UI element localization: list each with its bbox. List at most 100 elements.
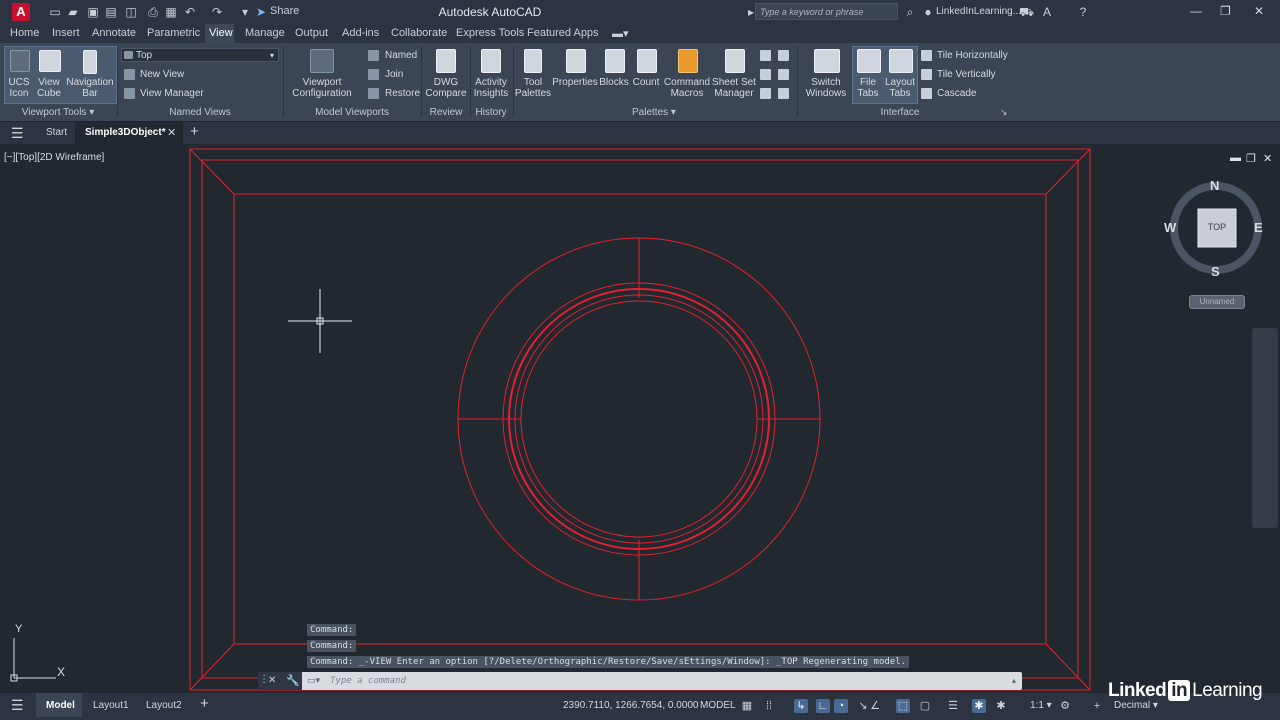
workspace-gear-icon[interactable]: ⚙ <box>1058 699 1072 713</box>
tab-add-ins[interactable]: Add-ins <box>342 27 379 39</box>
ucs-menu-button[interactable]: Unnamed <box>1189 295 1245 309</box>
restore-icon <box>368 88 379 99</box>
auto-scale-icon[interactable]: ✱ <box>994 699 1008 713</box>
help-search-input[interactable]: Type a keyword or phrase <box>755 3 898 20</box>
tile-horizontally-button[interactable]: Tile Horizontally <box>937 50 1008 61</box>
search-icon[interactable]: ⌕ <box>903 5 917 19</box>
count-button[interactable]: Count <box>630 48 662 100</box>
user-account-menu[interactable]: LinkedInLearning... <box>936 6 1021 17</box>
layout2-tab[interactable]: Layout2 <box>146 700 182 711</box>
viewport-restore-icon[interactable]: ❐ <box>1246 152 1256 165</box>
palette-small-icon-5[interactable] <box>760 88 771 99</box>
viewport-configuration-button[interactable]: Viewport Configuration <box>290 48 354 100</box>
recent-commands-icon[interactable]: ▭▾ <box>307 675 320 686</box>
command-macros-button[interactable]: Command Macros <box>662 48 712 100</box>
annotation-monitor-plus-icon[interactable]: + <box>1090 699 1104 713</box>
close-command-line-icon[interactable]: ✕ <box>268 675 276 686</box>
tab-collaborate[interactable]: Collaborate <box>391 27 447 39</box>
tab-featured-apps[interactable]: Featured Apps <box>527 27 599 39</box>
view-cube-face-label[interactable]: TOP <box>1198 222 1236 232</box>
dynamic-input-icon[interactable]: ↳ <box>794 699 808 713</box>
annotation-scale-dropdown[interactable]: 1:1 ▾ <box>1030 700 1052 711</box>
viewport-controls[interactable]: [−][Top][2D Wireframe] <box>4 152 104 163</box>
join-button[interactable]: Join <box>385 69 403 80</box>
add-layout-plus-icon[interactable]: + <box>200 695 209 712</box>
tab-insert[interactable]: Insert <box>52 27 80 39</box>
navigation-bar-button[interactable]: Navigation Bar <box>66 48 114 100</box>
viewport-tools-panel-title[interactable]: Viewport Tools ▾ <box>4 107 112 118</box>
model-tab[interactable]: Model <box>46 700 75 711</box>
navigation-bar[interactable] <box>1252 328 1278 528</box>
new-view-button[interactable]: New View <box>140 69 184 80</box>
tab-output[interactable]: Output <box>295 27 328 39</box>
switch-windows-button[interactable]: Switch Windows <box>802 48 850 100</box>
start-tab[interactable]: Start <box>46 127 67 138</box>
annotation-visibility-icon[interactable]: ✱ <box>972 699 986 713</box>
transparency-icon[interactable]: ☰ <box>946 699 960 713</box>
command-input[interactable]: Type a command <box>330 674 1010 688</box>
compass-east[interactable]: E <box>1254 220 1263 235</box>
compass-west[interactable]: W <box>1164 220 1176 235</box>
viewport-close-icon[interactable]: ✕ <box>1263 152 1272 165</box>
blocks-button[interactable]: Blocks <box>598 48 630 100</box>
autodesk-app-icon[interactable]: A <box>1040 5 1054 19</box>
customize-wrench-icon[interactable]: 🔧 <box>286 674 300 687</box>
help-icon[interactable]: ? <box>1076 5 1090 19</box>
tab-home[interactable]: Home <box>10 27 39 39</box>
view-cube-button[interactable]: View Cube <box>36 48 62 100</box>
coordinates-readout[interactable]: 2390.7110, 1266.7654, 0.0000 <box>563 700 699 711</box>
command-history-toggle-icon[interactable]: ▴ <box>1012 676 1016 685</box>
lineweight-icon[interactable]: ▢ <box>918 699 932 713</box>
ucs-icon-button[interactable]: UCS Icon <box>6 48 32 100</box>
tab-manage[interactable]: Manage <box>245 27 285 39</box>
tab-parametric[interactable]: Parametric <box>147 27 200 39</box>
minimize-icon[interactable]: — <box>1190 4 1202 18</box>
corner-line-tr <box>1045 148 1091 195</box>
close-tab-icon[interactable]: ✕ <box>167 126 176 139</box>
grid-icon[interactable]: ▦ <box>740 699 754 713</box>
restore-button[interactable]: Restore <box>385 88 420 99</box>
palette-small-icon-3[interactable] <box>760 69 771 80</box>
layout-tabs-button[interactable]: Layout Tabs <box>884 48 916 100</box>
tile-vertically-button[interactable]: Tile Vertically <box>937 69 996 80</box>
tool-palettes-button[interactable]: Tool Palettes <box>514 48 552 100</box>
named-views-dropdown[interactable]: Top ▾ <box>121 48 279 62</box>
new-tab-plus-icon[interactable]: + <box>190 123 199 140</box>
file-tabs-button[interactable]: File Tabs <box>853 48 883 100</box>
drawing-canvas[interactable] <box>0 144 1280 692</box>
layout1-tab[interactable]: Layout1 <box>93 700 129 711</box>
tab-view[interactable]: View <box>209 27 233 39</box>
named-viewports-button[interactable]: Named <box>385 50 417 61</box>
maximize-icon[interactable]: ❐ <box>1220 4 1231 18</box>
palette-small-icon-2[interactable] <box>778 50 789 61</box>
viewport-minimize-icon[interactable]: ▬ <box>1230 152 1241 164</box>
user-icon[interactable]: ● <box>921 5 935 19</box>
layout-list-menu-icon[interactable]: ☰ <box>11 697 24 714</box>
palette-small-icon-1[interactable] <box>760 50 771 61</box>
compass-north[interactable]: N <box>1210 178 1219 193</box>
polar-tracking-icon[interactable]: ◔ <box>834 699 848 713</box>
model-space-toggle[interactable]: MODEL <box>700 700 736 711</box>
interface-dialog-launcher-icon[interactable]: ↘ <box>1000 107 1008 118</box>
ortho-icon[interactable]: ∟ <box>816 699 830 713</box>
ribbon-toggle-icon[interactable]: ▬▾ <box>612 27 629 40</box>
tab-annotate[interactable]: Annotate <box>92 27 136 39</box>
close-icon[interactable]: ✕ <box>1254 4 1264 18</box>
dwg-compare-button[interactable]: DWG Compare <box>424 48 468 100</box>
properties-button[interactable]: Properties <box>552 48 598 100</box>
palette-small-icon-6[interactable] <box>778 88 789 99</box>
cascade-button[interactable]: Cascade <box>937 88 976 99</box>
sheet-set-manager-button[interactable]: Sheet Set Manager <box>712 48 756 100</box>
compass-south[interactable]: S <box>1211 264 1220 279</box>
object-snap-tracking-icon[interactable]: ∠ <box>868 699 882 713</box>
palette-small-icon-4[interactable] <box>778 69 789 80</box>
drawing-tab[interactable]: Simple3DObject* <box>85 127 166 138</box>
object-snap-icon[interactable]: ⬚ <box>896 699 910 713</box>
activity-insights-button[interactable]: Activity Insights <box>472 48 510 100</box>
tab-express-tools[interactable]: Express Tools <box>456 27 524 39</box>
snap-icon[interactable]: ⁞⁞ <box>762 699 776 713</box>
palettes-panel-title[interactable]: Palettes ▾ <box>514 107 794 118</box>
cart-icon[interactable]: ⛟ <box>1019 5 1034 19</box>
application-menu-icon[interactable]: ☰ <box>11 125 24 142</box>
view-manager-button[interactable]: View Manager <box>140 88 204 99</box>
